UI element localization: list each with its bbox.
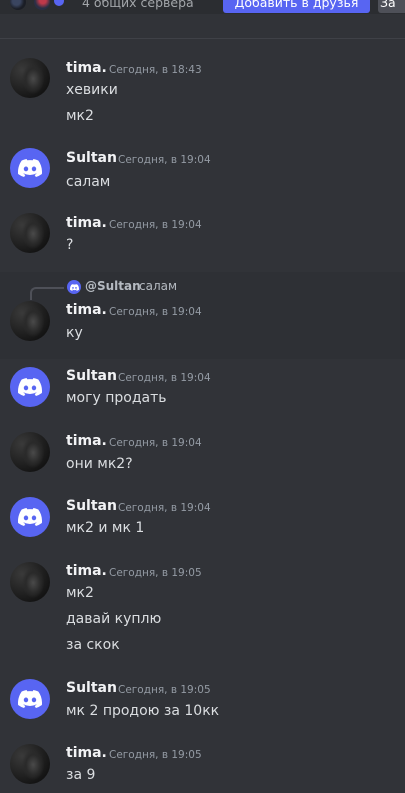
discord-logo-icon[interactable] [10, 148, 50, 188]
message-group-highlighted [0, 272, 405, 359]
message-timestamp: Сегодня, в 19:05 [109, 567, 202, 579]
message-text: давай куплю [66, 611, 162, 627]
message-author[interactable]: tima. [66, 302, 107, 318]
message-feed[interactable]: tima. Сегодня, в 18:43 хевики мк2 Sultan… [0, 0, 405, 793]
message-author[interactable]: Sultan [66, 150, 117, 166]
message-text: мк2 [66, 585, 94, 601]
user-avatar[interactable] [10, 562, 50, 602]
message-timestamp: Сегодня, в 19:04 [109, 437, 202, 449]
message-author[interactable]: Sultan [66, 368, 117, 384]
message-timestamp: Сегодня, в 18:43 [109, 64, 202, 76]
message-timestamp: Сегодня, в 19:04 [109, 219, 202, 231]
discord-logo-icon[interactable] [10, 497, 50, 537]
message-text: они мк2? [66, 456, 133, 472]
user-avatar[interactable] [10, 432, 50, 472]
message-timestamp: Сегодня, в 19:04 [109, 306, 202, 318]
message-text: салам [66, 174, 111, 190]
message-text: мк2 [66, 108, 94, 124]
message-timestamp: Сегодня, в 19:05 [118, 684, 211, 696]
reply-connector [30, 287, 64, 300]
message-timestamp: Сегодня, в 19:05 [109, 749, 202, 761]
message-text: мк 2 продою за 10кк [66, 703, 220, 719]
message-timestamp: Сегодня, в 19:04 [118, 154, 211, 166]
user-avatar[interactable] [10, 58, 50, 98]
user-avatar[interactable] [10, 213, 50, 253]
message-author[interactable]: tima. [66, 433, 107, 449]
message-text: мк2 и мк 1 [66, 520, 145, 536]
discord-logo-icon[interactable] [10, 679, 50, 719]
message-text: могу продать [66, 390, 167, 406]
reply-preview-text[interactable]: салам [139, 279, 177, 293]
discord-logo-icon[interactable] [10, 367, 50, 407]
message-text: за 9 [66, 767, 96, 783]
message-text: за скок [66, 637, 120, 653]
user-avatar[interactable] [10, 301, 50, 341]
message-text: ? [66, 237, 74, 253]
message-author[interactable]: Sultan [66, 680, 117, 696]
message-timestamp: Сегодня, в 19:04 [118, 502, 211, 514]
message-text: ку [66, 325, 83, 341]
message-author[interactable]: tima. [66, 60, 107, 76]
reply-author[interactable]: @Sultan [85, 279, 141, 293]
message-text: хевики [66, 82, 118, 98]
discord-logo-icon[interactable] [67, 280, 81, 294]
message-author[interactable]: Sultan [66, 498, 117, 514]
user-avatar[interactable] [10, 744, 50, 784]
message-author[interactable]: tima. [66, 215, 107, 231]
message-author[interactable]: tima. [66, 563, 107, 579]
message-author[interactable]: tima. [66, 745, 107, 761]
message-timestamp: Сегодня, в 19:04 [118, 372, 211, 384]
